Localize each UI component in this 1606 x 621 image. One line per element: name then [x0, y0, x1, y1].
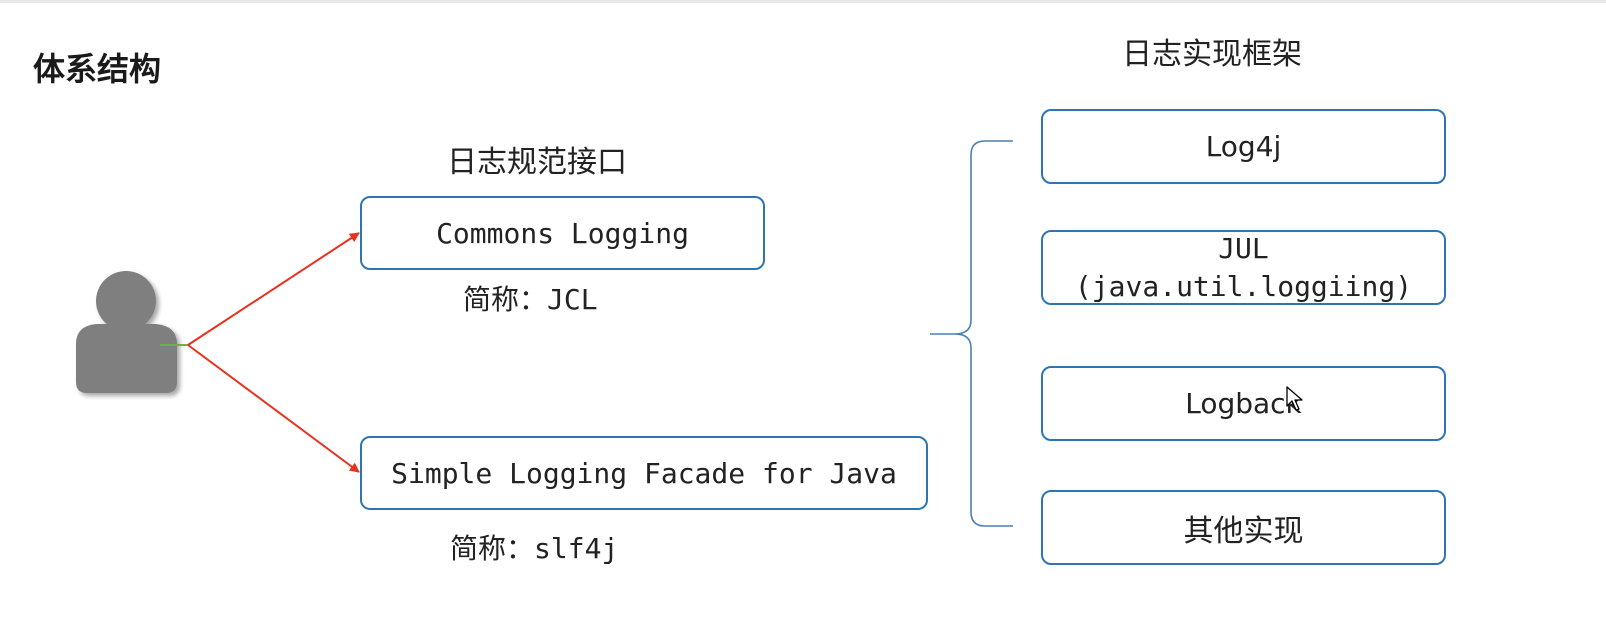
impl-label-log4j: Log4j [1205, 130, 1282, 163]
interface-box-jcl: Commons Logging [360, 196, 765, 270]
brace-bracket [930, 140, 1013, 527]
caption-jcl: 简称：JCL [463, 278, 598, 318]
impl-box-logback: Logback [1041, 366, 1446, 441]
impl-box-other: 其他实现 [1041, 490, 1446, 565]
interface-box-slf4j: Simple Logging Facade for Java [360, 436, 928, 510]
caption-slf4j-prefix: 简称： [450, 532, 535, 565]
impl-label-jul-line1: JUL [1218, 231, 1269, 265]
caption-jcl-value: JCL [547, 283, 598, 316]
impl-label-logback: Logback [1185, 387, 1302, 420]
arrow-to-slf4j [187, 344, 360, 473]
impl-box-jul: JUL (java.util.loggiing) [1041, 230, 1446, 305]
impl-box-log4j: Log4j [1041, 109, 1446, 184]
impl-label-jul-line2: (java.util.loggiing) [1074, 269, 1413, 303]
arrow-to-jcl [187, 232, 360, 346]
caption-jcl-prefix: 简称： [463, 283, 548, 316]
caption-slf4j-value: slf4j [534, 532, 619, 565]
caption-slf4j: 简称：slf4j [450, 527, 618, 567]
mouse-cursor-icon [1286, 386, 1303, 411]
impl-label-other: 其他实现 [1183, 513, 1304, 549]
interface-label-slf4j: Simple Logging Facade for Java [391, 456, 897, 490]
interface-label-jcl: Commons Logging [436, 216, 689, 250]
